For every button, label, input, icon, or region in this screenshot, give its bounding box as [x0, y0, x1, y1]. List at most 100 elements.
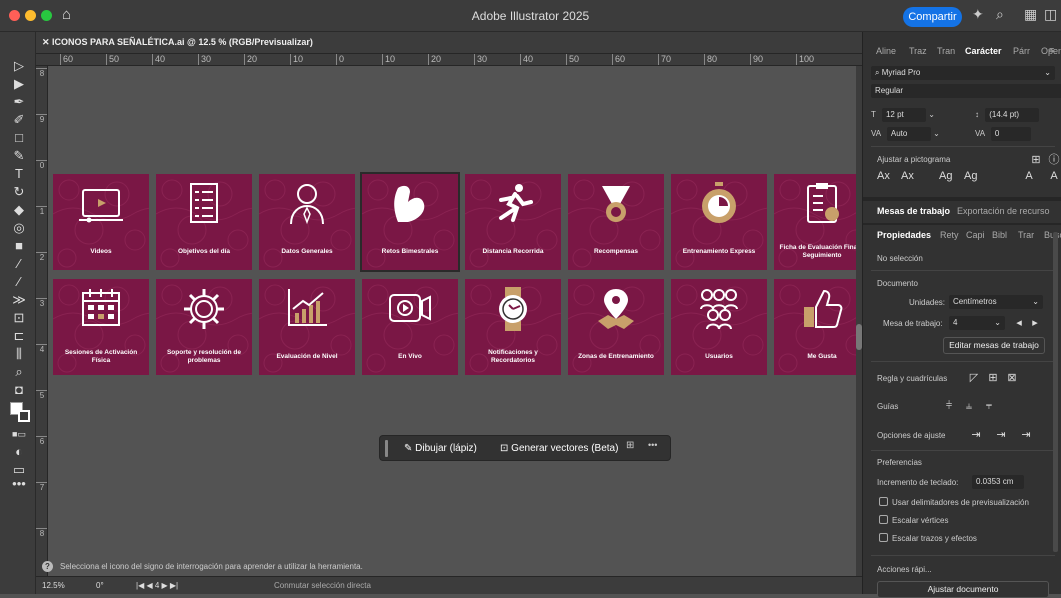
eyedropper-tool-icon[interactable]: ⁄ [11, 256, 27, 272]
artboard-nav[interactable]: |◀ ◀ 4 ▶ ▶| [136, 581, 178, 590]
fit-document-button[interactable]: Ajustar documento [877, 581, 1049, 598]
panel-toggle-icon[interactable]: ◫ [1044, 6, 1057, 23]
properties-tab[interactable]: Propiedades [877, 230, 931, 240]
artboard-select[interactable]: 4 ⌄ [949, 316, 1005, 330]
close-tab-icon[interactable]: ✕ [42, 37, 52, 47]
artboard-chart[interactable]: Evaluación de Nivel [259, 279, 355, 375]
baseline-snap-icon[interactable]: Ax [877, 170, 890, 182]
paintbrush-tool-icon[interactable]: ✎ [11, 148, 27, 164]
blend-tool-icon[interactable]: ∕ [11, 274, 27, 290]
type-tool-icon[interactable]: T [11, 166, 27, 182]
hand-tool-icon[interactable]: ◘ [11, 382, 27, 398]
panel-tab[interactable]: Aline [876, 46, 896, 56]
rectangle-tool-icon[interactable]: □ [11, 130, 27, 146]
slice-tool-icon[interactable]: ⊏ [11, 328, 27, 344]
leading-value[interactable]: (14.4 pt) [985, 108, 1040, 122]
home-icon[interactable]: ⌂ [62, 6, 71, 23]
font-style-field[interactable]: Regular [871, 84, 1061, 98]
more-options-button[interactable]: ••• [648, 440, 657, 450]
gradient-tool-icon[interactable]: ■ [11, 238, 27, 254]
artboard-users[interactable]: Usuarios [671, 279, 767, 375]
selection-tool-icon[interactable]: ▷ [11, 58, 27, 74]
zoom-window-button[interactable] [41, 10, 52, 21]
panel-menu-icon[interactable]: ≡ [1049, 45, 1054, 55]
artboard-gear[interactable]: Soporte y resolución de problemas [156, 279, 252, 375]
kerning-control[interactable]: VA Auto ⌄ [871, 127, 961, 141]
generate-vectors-button[interactable]: ⊡ Generar vectores (Beta) [496, 439, 622, 458]
draw-pencil-button[interactable]: ✎ Dibujar (lápiz) [398, 439, 483, 458]
properties-tab[interactable]: Trar [1018, 230, 1034, 240]
glyph-snap-icon[interactable]: ⊞ [1030, 154, 1042, 166]
artboard-checklist[interactable]: Objetivos del día [156, 174, 252, 270]
stroke-swatch[interactable] [18, 410, 30, 422]
tracking-value[interactable]: 0 [990, 127, 1031, 141]
snap-to-point-icon[interactable]: ⇥ [970, 429, 982, 441]
panel-tab[interactable]: Carácter [965, 46, 1002, 56]
ruler-icon[interactable]: ◸ [968, 372, 980, 384]
scale-strokes-checkbox[interactable] [879, 533, 888, 542]
prev-artboard-icon[interactable]: ◂ [1013, 317, 1025, 329]
help-icon[interactable]: ? [42, 561, 53, 572]
shape-builder-tool-icon[interactable]: ◎ [11, 220, 27, 236]
next-artboard-icon[interactable]: ▸ [1029, 317, 1041, 329]
minimize-window-button[interactable] [25, 10, 36, 21]
proximity-guides-icon[interactable]: Ag [964, 170, 977, 182]
keyboard-increment-input[interactable]: 0.0353 cm [972, 475, 1024, 489]
direct-selection-tool-icon[interactable]: ▶ [11, 76, 27, 92]
glyph-bounds-snap-icon[interactable]: Ag [939, 170, 952, 182]
tracking-control[interactable]: VA 0 [975, 127, 1061, 141]
column-graph-tool-icon[interactable]: ⫼ [11, 346, 27, 362]
eraser-tool-icon[interactable]: ◆ [11, 202, 27, 218]
lock-guides-icon[interactable]: ⫨ [963, 400, 975, 412]
section-tab[interactable]: Exportación de recurso [957, 206, 1050, 216]
artboard-video[interactable]: Videos [53, 174, 149, 270]
panel-tab[interactable]: Párr [1013, 46, 1030, 56]
curvature-tool-icon[interactable]: ✐ [11, 112, 27, 128]
zoom-level[interactable]: 12.5% [42, 581, 65, 590]
artboard-clipboard[interactable]: Ficha de Evaluación Final y Seguimiento [774, 174, 856, 270]
zoom-tool-icon[interactable]: ⌕ [11, 364, 27, 380]
panel-tab[interactable]: Tran [937, 46, 955, 56]
snap-to-grid-icon[interactable]: ⇥ [995, 429, 1007, 441]
artboard-user[interactable]: Datos Generales [259, 174, 355, 270]
rotate-tool-icon[interactable]: ↻ [11, 184, 27, 200]
anchor-point-icon[interactable]: A [1048, 170, 1060, 182]
leading-control[interactable]: ↕ (14.4 pt) [975, 108, 1061, 122]
xheight-snap-icon[interactable]: Ax [901, 170, 914, 182]
draw-mode-icon[interactable]: ◐ [11, 444, 27, 460]
artboard-runner[interactable]: Distancia Recorrida [465, 174, 561, 270]
properties-tab[interactable]: Rety [940, 230, 959, 240]
edit-artboards-button[interactable]: Editar mesas de trabajo [943, 337, 1045, 354]
artboard-muscle[interactable]: Retos Bimestrales [360, 172, 460, 272]
document-tab[interactable]: ✕ ICONOS PARA SEÑALÉTICA.ai @ 12.5 % (RG… [36, 32, 862, 54]
artboard-calendar[interactable]: Sesiones de Activación Física [53, 279, 149, 375]
symbol-sprayer-tool-icon[interactable]: ≫ [11, 292, 27, 308]
section-tab[interactable]: Mesas de trabajo [877, 206, 950, 216]
search-icon[interactable]: ⌕ [996, 6, 1004, 23]
artboard-map-pin[interactable]: Zonas de Entrenamiento [568, 279, 664, 375]
panel-tab[interactable]: Traz [909, 46, 927, 56]
properties-tab[interactable]: Bibl [992, 230, 1007, 240]
font-size-value[interactable]: 12 pt [881, 108, 926, 122]
close-window-button[interactable] [9, 10, 20, 21]
kerning-value[interactable]: Auto [886, 127, 931, 141]
show-guides-icon[interactable]: ⫩ [943, 400, 955, 412]
artboard-watch[interactable]: Notificaciones y Recordatorios [465, 279, 561, 375]
font-family-field[interactable]: ⌕ Myriad Pro ⌄ [871, 66, 1055, 80]
info-icon[interactable]: ⓘ [1048, 154, 1060, 166]
more-tools-icon[interactable]: ••• [11, 476, 27, 492]
panel-scrollbar[interactable] [1053, 232, 1058, 552]
artboard-live-video[interactable]: En Vivo [362, 279, 458, 375]
scale-corners-checkbox[interactable] [879, 515, 888, 524]
artboard-stopwatch[interactable]: Entrenamiento Express [671, 174, 767, 270]
grid-icon[interactable]: ⊞ [987, 372, 999, 384]
current-tool-label[interactable]: Conmutar selección directa [274, 581, 371, 590]
properties-tab[interactable]: Capi [966, 230, 985, 240]
workspace-icon[interactable]: ▦ [1024, 6, 1037, 23]
font-family-dropdown-icon[interactable]: ⌄ [1044, 66, 1051, 80]
font-size-control[interactable]: T 12 pt ⌄ [871, 108, 961, 122]
angular-guides-icon[interactable]: A [1023, 170, 1035, 182]
snap-to-pixel-icon[interactable]: ⇥ [1020, 429, 1032, 441]
preview-bounds-checkbox[interactable] [879, 497, 888, 506]
pen-tool-icon[interactable]: ✒ [11, 94, 27, 110]
